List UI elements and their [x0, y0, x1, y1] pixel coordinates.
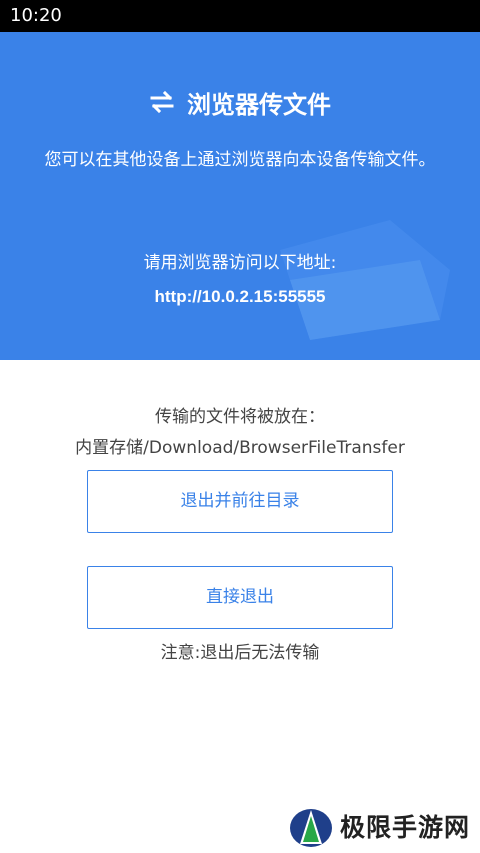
- hero-title-row: 浏览器传文件: [0, 84, 480, 120]
- hero-description: 您可以在其他设备上通过浏览器向本设备传输文件。: [44, 150, 436, 170]
- site-watermark-text: 极限手游网: [340, 813, 471, 842]
- status-bar: 10:20: [0, 0, 480, 32]
- folder-watermark-icon: [280, 220, 450, 340]
- save-location-path: 内置存储/Download/BrowserFileTransfer: [75, 438, 405, 458]
- visit-label: 请用浏览器访问以下地址:: [143, 253, 337, 273]
- exit-and-open-directory-button[interactable]: 退出并前往目录: [87, 470, 393, 533]
- save-location-label: 传输的文件将被放在：: [155, 407, 325, 427]
- server-url: http://10.0.2.15:55555: [154, 287, 326, 306]
- site-watermark: 极限手游网: [288, 804, 470, 848]
- hero-banner: 浏览器传文件 您可以在其他设备上通过浏览器向本设备传输文件。 请用浏览器访问以下…: [0, 32, 480, 360]
- site-logo-icon: [290, 809, 332, 847]
- transfer-arrows-icon: [150, 90, 174, 114]
- exit-button[interactable]: 直接退出: [87, 566, 393, 629]
- page-title: 浏览器传文件: [187, 90, 331, 119]
- exit-notice: 注意:退出后无法传输: [160, 643, 320, 663]
- status-time: 10:20: [10, 5, 62, 26]
